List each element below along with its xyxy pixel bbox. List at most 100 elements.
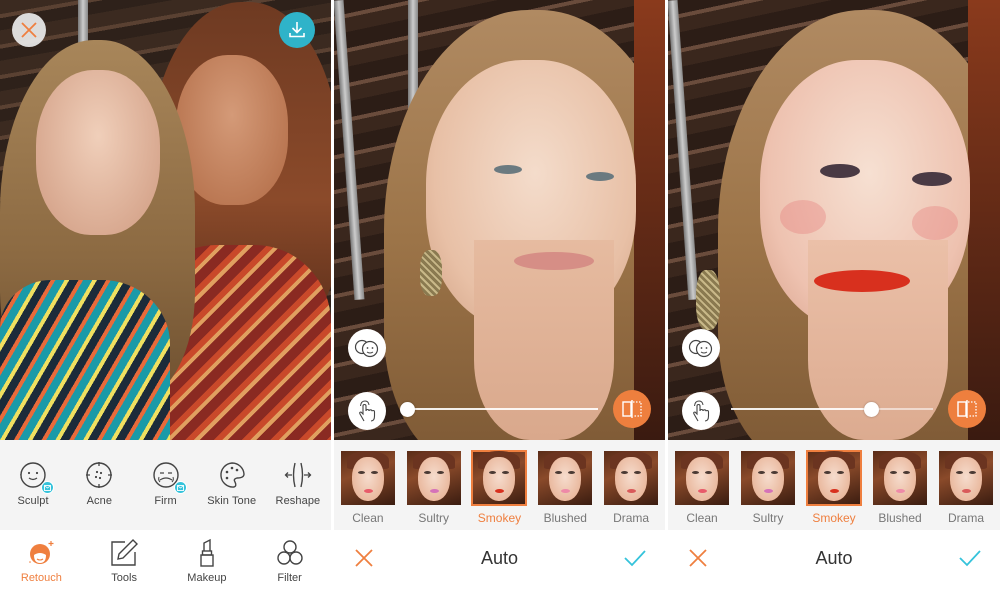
nav-label: Tools bbox=[111, 572, 137, 584]
lip-swatch bbox=[363, 489, 373, 493]
acne-icon bbox=[86, 462, 113, 488]
photo-canvas[interactable] bbox=[334, 0, 665, 440]
makeup-style-strip: Clean Sultry Smokey Blushed Drama bbox=[334, 440, 665, 530]
nav-makeup[interactable]: Makeup bbox=[166, 530, 249, 591]
retouch-screen: Sculpt Acne Firm Skin Tone Reshape Retou… bbox=[0, 0, 331, 591]
lips bbox=[514, 252, 594, 270]
style-label: Clean bbox=[686, 511, 718, 525]
earring bbox=[696, 270, 720, 330]
style-label: Smokey bbox=[477, 511, 522, 525]
face-left bbox=[36, 70, 160, 235]
retouch-tools-row: Sculpt Acne Firm Skin Tone Reshape bbox=[0, 440, 331, 530]
compare-split-button[interactable] bbox=[948, 390, 986, 428]
style-label: Blushed bbox=[878, 511, 922, 525]
intensity-slider[interactable] bbox=[400, 402, 600, 417]
confirm-button[interactable] bbox=[958, 548, 982, 568]
slider-thumb[interactable] bbox=[400, 402, 415, 417]
lips-red bbox=[814, 270, 910, 292]
split-compare-icon bbox=[622, 400, 642, 418]
makeup-style-strip: Clean Sultry Smokey Blushed Drama bbox=[668, 440, 1000, 530]
premium-badge-icon bbox=[173, 481, 187, 494]
shirt-left bbox=[0, 280, 170, 440]
slider-track bbox=[406, 408, 598, 410]
lipstick-icon bbox=[200, 538, 214, 567]
action-bar: Auto bbox=[334, 530, 665, 591]
nav-tools[interactable]: Tools bbox=[83, 530, 166, 591]
makeup-style-blushed[interactable]: Blushed bbox=[869, 440, 931, 530]
close-icon bbox=[21, 22, 37, 38]
style-thumbnail bbox=[675, 451, 729, 505]
slider-thumb[interactable] bbox=[864, 402, 879, 417]
style-thumbnail bbox=[406, 451, 461, 505]
style-label: Sultry bbox=[418, 511, 450, 525]
makeup-style-drama[interactable]: Drama bbox=[935, 440, 997, 530]
face-compare-icon bbox=[354, 339, 379, 358]
style-label: Drama bbox=[613, 511, 650, 525]
tool-reshape[interactable]: Reshape bbox=[265, 440, 331, 530]
mode-title: Auto bbox=[815, 548, 853, 568]
eye-left bbox=[494, 165, 522, 174]
tool-sculpt[interactable]: Sculpt bbox=[0, 440, 66, 530]
style-thumbnail bbox=[538, 451, 593, 505]
nav-retouch[interactable]: Retouch bbox=[0, 530, 83, 591]
makeup-style-smokey[interactable]: Smokey bbox=[803, 440, 865, 530]
style-label: Clean bbox=[352, 511, 384, 525]
photo-canvas[interactable] bbox=[0, 0, 331, 440]
lip-swatch bbox=[764, 489, 773, 493]
tool-label: Acne bbox=[86, 495, 113, 507]
makeup-style-clean[interactable]: Clean bbox=[671, 440, 733, 530]
tool-label: Reshape bbox=[275, 495, 321, 507]
eye-right bbox=[586, 172, 614, 181]
style-label: Sultry bbox=[752, 511, 784, 525]
makeup-screen-after: Clean Sultry Smokey Blushed Drama Auto bbox=[668, 0, 1000, 591]
face-detect-button[interactable] bbox=[348, 329, 386, 367]
app-screens: Sculpt Acne Firm Skin Tone Reshape Retou… bbox=[0, 0, 1000, 591]
makeup-screen-before: Clean Sultry Smokey Blushed Drama Auto bbox=[334, 0, 665, 591]
style-thumbnail bbox=[741, 451, 795, 505]
filter-circles-icon bbox=[276, 540, 303, 565]
style-thumbnail bbox=[340, 451, 395, 505]
premium-badge-icon bbox=[41, 481, 55, 494]
confirm-button[interactable] bbox=[623, 548, 647, 568]
lip-swatch bbox=[962, 489, 971, 493]
intensity-slider[interactable] bbox=[731, 402, 933, 417]
hand-tap-icon bbox=[359, 400, 376, 422]
makeup-style-clean[interactable]: Clean bbox=[337, 440, 399, 530]
lip-swatch bbox=[698, 489, 707, 493]
edit-pencil-icon bbox=[111, 539, 139, 566]
face-compare-icon bbox=[688, 339, 713, 358]
lip-swatch bbox=[830, 489, 839, 493]
earring bbox=[420, 250, 442, 296]
style-thumbnail bbox=[471, 450, 528, 506]
makeup-style-smokey[interactable]: Smokey bbox=[468, 440, 530, 530]
makeup-style-drama[interactable]: Drama bbox=[600, 440, 662, 530]
tool-acne[interactable]: Acne bbox=[66, 440, 132, 530]
nav-label: Retouch bbox=[20, 572, 62, 584]
close-button[interactable] bbox=[12, 13, 46, 47]
nav-label: Makeup bbox=[187, 572, 227, 584]
download-button[interactable] bbox=[279, 12, 315, 48]
mode-title: Auto bbox=[480, 548, 519, 568]
nav-filter[interactable]: Filter bbox=[248, 530, 331, 591]
reshape-icon bbox=[284, 462, 312, 488]
face-detect-button[interactable] bbox=[682, 329, 720, 367]
lip-swatch bbox=[627, 489, 637, 493]
eye-right-smokey bbox=[912, 172, 952, 186]
tool-firm[interactable]: Firm bbox=[132, 440, 198, 530]
makeup-style-sultry[interactable]: Sultry bbox=[737, 440, 799, 530]
style-label: Blushed bbox=[543, 511, 587, 525]
slider-track-filled bbox=[731, 408, 864, 410]
bottom-nav: Retouch Tools Makeup Filter bbox=[0, 530, 331, 591]
nav-label: Filter bbox=[277, 572, 302, 584]
hand-tap-icon bbox=[693, 400, 710, 422]
manual-touch-button[interactable] bbox=[682, 392, 720, 430]
action-bar: Auto bbox=[668, 530, 1000, 591]
manual-touch-button[interactable] bbox=[348, 392, 386, 430]
lip-swatch bbox=[429, 489, 439, 493]
tool-skin-tone[interactable]: Skin Tone bbox=[199, 440, 265, 530]
makeup-style-blushed[interactable]: Blushed bbox=[534, 440, 596, 530]
tool-label: Firm bbox=[154, 495, 177, 507]
compare-split-button[interactable] bbox=[613, 390, 651, 428]
makeup-style-sultry[interactable]: Sultry bbox=[403, 440, 465, 530]
photo-canvas[interactable] bbox=[668, 0, 1000, 440]
